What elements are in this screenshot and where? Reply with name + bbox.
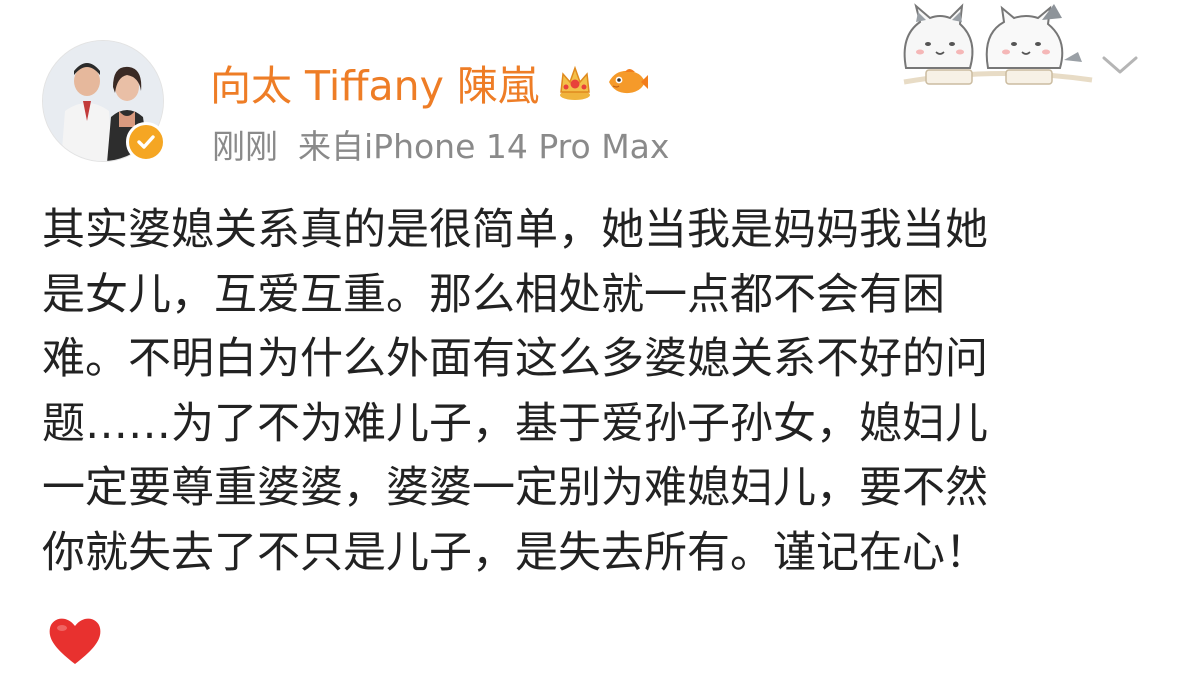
verified-badge-icon <box>126 122 166 162</box>
content-line: 是女儿，互爱互重。那么相处就一点都不会有困 <box>42 269 945 320</box>
crown-badge-icon[interactable] <box>553 60 597 104</box>
post-content: 其实婆媳关系真的是很简单，她当我是妈妈我当她 是女儿，互爱互重。那么相处就一点都… <box>42 198 1142 585</box>
content-line: 题……为了不为难儿子，基于爱孙子孙女，媳妇儿 <box>42 398 988 449</box>
post-time: 刚刚 <box>212 127 278 166</box>
weibo-post: 向太 Tiffany 陳嵐 刚刚 来自iPhone 14 Pro Max 其实婆… <box>0 0 1179 676</box>
red-heart-emoji <box>46 614 104 666</box>
cat-sticker-icon <box>896 0 1096 92</box>
fish-badge-icon[interactable] <box>605 60 649 104</box>
content-line: 难。不明白为什么外面有这么多婆媳关系不好的问 <box>42 334 988 384</box>
post-meta: 刚刚 来自iPhone 14 Pro Max <box>212 120 669 168</box>
author-name[interactable]: 向太 Tiffany 陳嵐 <box>210 52 539 112</box>
content-line: 你就失去了不只是儿子，是失去所有。谨记在心！ <box>42 527 988 578</box>
author-row: 向太 Tiffany 陳嵐 <box>210 52 649 112</box>
post-source[interactable]: 来自iPhone 14 Pro Max <box>298 120 669 168</box>
content-line: 一定要尊重婆婆，婆婆一定别为难媳妇儿，要不然 <box>42 463 988 513</box>
chevron-down-icon[interactable] <box>1099 50 1141 80</box>
avatar-container[interactable] <box>42 40 166 162</box>
content-line: 其实婆媳关系真的是很简单，她当我是妈妈我当她 <box>42 205 988 255</box>
